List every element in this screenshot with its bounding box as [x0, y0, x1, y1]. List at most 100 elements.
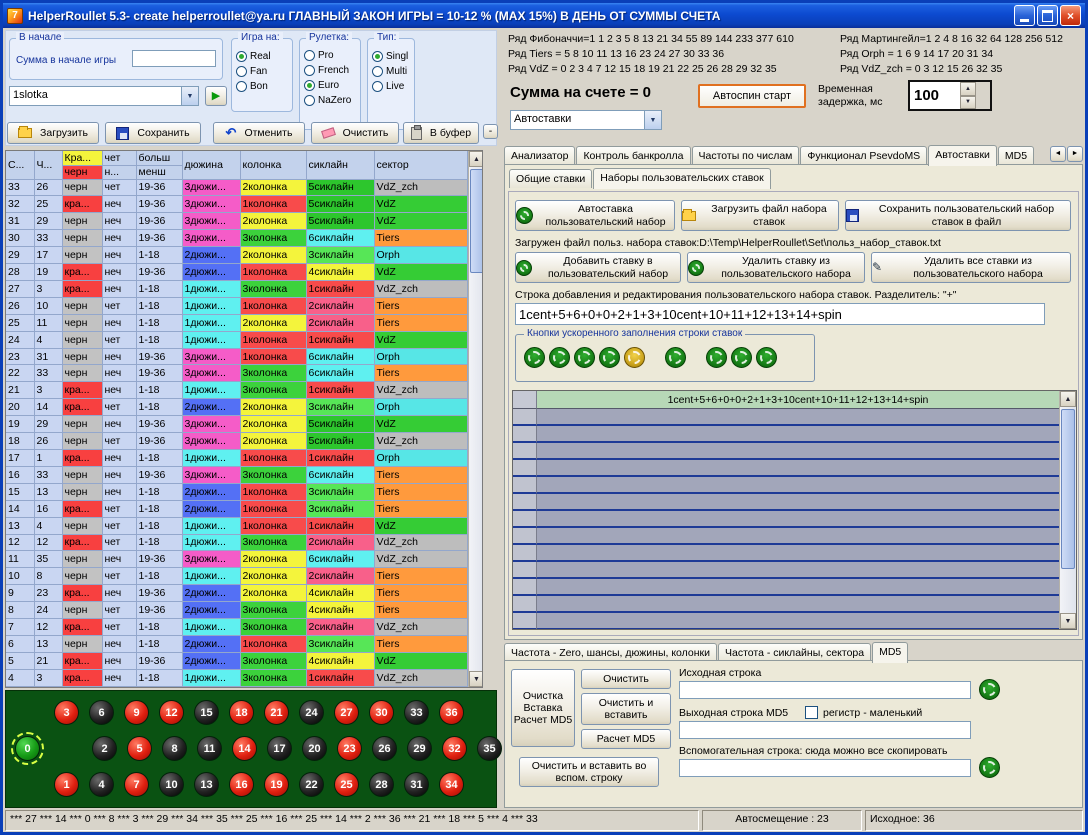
- board-number-27[interactable]: 27: [334, 700, 359, 725]
- bet-list-row[interactable]: [513, 409, 1059, 426]
- md5-big-button[interactable]: Очистка Вставка Расчет MD5: [511, 669, 575, 747]
- board-number-36[interactable]: 36: [439, 700, 464, 725]
- bet-list-row[interactable]: [513, 460, 1059, 477]
- chip-button[interactable]: [574, 347, 595, 368]
- board-number-33[interactable]: 33: [404, 700, 429, 725]
- scroll-down-icon[interactable]: ▼: [469, 671, 484, 687]
- start-sum-input[interactable]: [132, 50, 216, 67]
- radio-option-multi[interactable]: Multi: [372, 66, 408, 77]
- board-number-7[interactable]: 7: [124, 772, 149, 797]
- chevron-down-icon[interactable]: ▼: [181, 87, 198, 105]
- save-button[interactable]: Сохранить: [105, 122, 201, 144]
- bet-list-row[interactable]: [513, 443, 1059, 460]
- table-row[interactable]: 2331черннеч19-363дюжи...1колонка6сиклайн…: [6, 348, 467, 365]
- tab-main-2[interactable]: Частоты по числам: [692, 146, 800, 165]
- table-row[interactable]: 43кра...неч1-181дюжи...3колонка1сиклайнV…: [6, 669, 467, 686]
- collapse-button[interactable]: -: [483, 124, 498, 139]
- board-number-12[interactable]: 12: [159, 700, 184, 725]
- bet-list-row[interactable]: [513, 545, 1059, 562]
- chip-button[interactable]: [624, 347, 645, 368]
- md5-helper-input[interactable]: [679, 759, 971, 777]
- table-row[interactable]: 521кра...неч19-362дюжи...3колонка4сиклай…: [6, 652, 467, 669]
- bet-string-input[interactable]: [515, 303, 1045, 325]
- radio-option-live[interactable]: Live: [372, 81, 408, 92]
- board-number-28[interactable]: 28: [369, 772, 394, 797]
- table-row[interactable]: 1212кра...чет1-181дюжи...3колонка2сиклай…: [6, 534, 467, 551]
- table-row[interactable]: 2511черннеч1-181дюжи...2колонка2сиклайнT…: [6, 314, 467, 331]
- buffer-button[interactable]: В буфер: [403, 122, 479, 144]
- remove-bet-button[interactable]: Удалить ставку из пользовательского набо…: [687, 252, 865, 283]
- table-row[interactable]: 712кра...чет1-181дюжи...3колонка2сиклайн…: [6, 619, 467, 636]
- board-number-8[interactable]: 8: [162, 736, 187, 761]
- undo-button[interactable]: ↶ Отменить: [213, 122, 305, 144]
- column-header-2[interactable]: Кра...: [62, 151, 102, 165]
- table-row[interactable]: 1633черннеч19-363дюжи...3колонка6сиклайн…: [6, 466, 467, 483]
- board-number-17[interactable]: 17: [267, 736, 292, 761]
- board-number-16[interactable]: 16: [229, 772, 254, 797]
- table-row[interactable]: 2819кра...неч19-362дюжи...1колонка4сикла…: [6, 264, 467, 281]
- delay-input[interactable]: [910, 82, 960, 109]
- autostake-set-button[interactable]: Автоставка пользовательский набор: [515, 200, 675, 231]
- column-header-8[interactable]: сектор: [374, 151, 467, 179]
- table-row[interactable]: 2610чернчет1-181дюжи...1колонка2сиклайнT…: [6, 297, 467, 314]
- chip-button[interactable]: [665, 347, 686, 368]
- board-number-20[interactable]: 20: [302, 736, 327, 761]
- board-number-24[interactable]: 24: [299, 700, 324, 725]
- spin-up-icon[interactable]: ▲: [960, 82, 976, 96]
- bet-list-row[interactable]: [513, 613, 1059, 629]
- table-row[interactable]: 134чернчет1-181дюжи...1колонка1сиклайнVd…: [6, 517, 467, 534]
- board-number-35[interactable]: 35: [477, 736, 502, 761]
- table-row[interactable]: 1135черннеч19-363дюжи...2колонка6сиклайн…: [6, 551, 467, 568]
- column-subheader-4[interactable]: менш: [136, 165, 182, 179]
- radio-option-nazero[interactable]: NaZero: [304, 95, 351, 106]
- table-row[interactable]: 244чернчет1-181дюжи...1колонка1сиклайнVd…: [6, 331, 467, 348]
- md5-source-input[interactable]: [679, 681, 971, 699]
- radio-option-real[interactable]: Real: [236, 51, 271, 62]
- board-number-15[interactable]: 15: [194, 700, 219, 725]
- board-number-23[interactable]: 23: [337, 736, 362, 761]
- restore-button[interactable]: [1037, 5, 1058, 26]
- board-number-22[interactable]: 22: [299, 772, 324, 797]
- radio-option-euro[interactable]: Euro: [304, 80, 351, 91]
- table-row[interactable]: 213кра...неч1-181дюжи...3колонка1сиклайн…: [6, 382, 467, 399]
- tab-main-0[interactable]: Анализатор: [504, 146, 575, 165]
- bet-list-row[interactable]: [513, 579, 1059, 596]
- column-header-3[interactable]: чет: [102, 151, 136, 165]
- board-number-1[interactable]: 1: [54, 772, 79, 797]
- clear-button[interactable]: Очистить: [311, 122, 399, 144]
- table-row[interactable]: 3225кра...неч19-363дюжи...1колонка5сикла…: [6, 196, 467, 213]
- column-header-7[interactable]: сиклайн: [306, 151, 374, 179]
- table-scrollbar[interactable]: ▲ ▼: [468, 151, 484, 687]
- table-row[interactable]: 1416кра...чет1-182дюжи...1колонка3сиклай…: [6, 500, 467, 517]
- md5-clear-paste-helper-button[interactable]: Очистить и вставить во вспом. строку: [519, 757, 659, 787]
- save-set-file-button[interactable]: Сохранить пользовательский набор ставок …: [845, 200, 1071, 231]
- chevron-down-icon[interactable]: ▼: [644, 111, 661, 129]
- radio-option-fan[interactable]: Fan: [236, 66, 271, 77]
- table-row[interactable]: 3326чернчет19-363дюжи...2колонка5сиклайн…: [6, 179, 467, 196]
- bet-list-row[interactable]: [513, 596, 1059, 613]
- board-number-31[interactable]: 31: [404, 772, 429, 797]
- board-number-34[interactable]: 34: [439, 772, 464, 797]
- table-row[interactable]: 923кра...неч19-362дюжи...2колонка4сиклай…: [6, 585, 467, 602]
- load-set-file-button[interactable]: Загрузить файл набора ставок: [681, 200, 839, 231]
- chip-button[interactable]: [706, 347, 727, 368]
- remove-all-bets-button[interactable]: ✎ Удалить все ставки из пользовательског…: [871, 252, 1071, 283]
- autospin-start-button[interactable]: Автоспин старт: [698, 84, 806, 108]
- board-number-26[interactable]: 26: [372, 736, 397, 761]
- chip-button[interactable]: [599, 347, 620, 368]
- bet-list-row[interactable]: [513, 528, 1059, 545]
- tab-main-4[interactable]: Автоставки: [928, 145, 997, 166]
- board-number-10[interactable]: 10: [159, 772, 184, 797]
- tab-bottom-2[interactable]: MD5: [872, 642, 908, 663]
- board-number-5[interactable]: 5: [127, 736, 152, 761]
- radio-option-french[interactable]: French: [304, 65, 351, 76]
- board-number-14[interactable]: 14: [232, 736, 257, 761]
- tab-scroll-left-icon[interactable]: ◄: [1050, 146, 1066, 162]
- bet-list-row[interactable]: [513, 494, 1059, 511]
- md5-output-input[interactable]: [679, 721, 971, 739]
- board-number-19[interactable]: 19: [264, 772, 289, 797]
- board-number-9[interactable]: 9: [124, 700, 149, 725]
- scroll-up-icon[interactable]: ▲: [1060, 391, 1076, 407]
- bet-list-row[interactable]: [513, 511, 1059, 528]
- column-subheader-2[interactable]: черн: [62, 165, 102, 179]
